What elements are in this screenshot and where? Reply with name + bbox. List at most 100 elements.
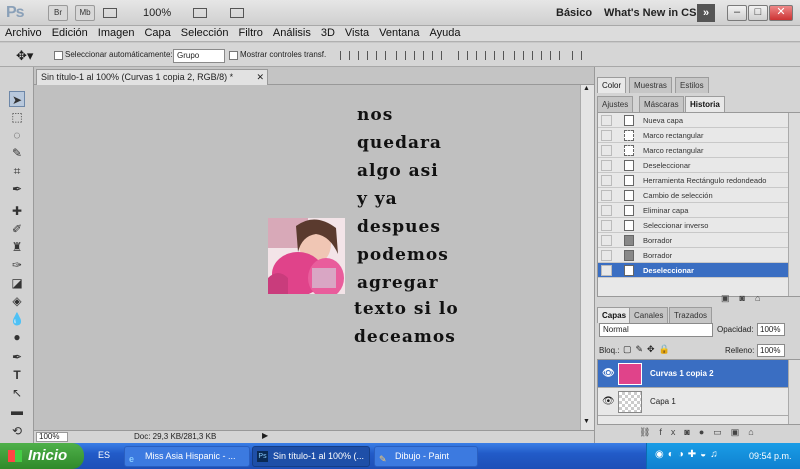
auto-select-checkbox[interactable]: [54, 51, 63, 60]
auto-select-dropdown[interactable]: Grupo: [173, 49, 225, 63]
align-top-icon[interactable]: [340, 51, 350, 60]
layers-footer-icons[interactable]: ⛓fx◙●▭▣⌂: [639, 427, 763, 438]
distribute-vcenter-icon[interactable]: [476, 51, 486, 60]
history-item-selected[interactable]: Deseleccionar: [598, 263, 788, 278]
lock-icons[interactable]: ▢✎✥🔒: [623, 344, 674, 355]
menu-capa[interactable]: Capa: [139, 26, 175, 41]
scroll-down-icon[interactable]: ▼: [583, 418, 593, 428]
layer-row-selected[interactable]: 👁 Curvas 1 copia 2: [598, 360, 788, 388]
tab-historia[interactable]: Historia: [685, 96, 725, 112]
vertical-scrollbar[interactable]: ▲ ▼: [580, 85, 594, 430]
history-item[interactable]: Marco rectangular: [598, 128, 788, 143]
menu-seleccion[interactable]: Selección: [176, 26, 234, 41]
distribute-right-icon[interactable]: [550, 51, 560, 60]
clock[interactable]: 09:54 p.m.: [749, 451, 792, 461]
visibility-eye-icon[interactable]: 👁: [602, 396, 615, 407]
path-selection-tool-icon[interactable]: ↖: [9, 385, 25, 401]
menu-filtro[interactable]: Filtro: [233, 26, 267, 41]
history-item[interactable]: Borrador: [598, 248, 788, 263]
menu-imagen[interactable]: Imagen: [93, 26, 140, 41]
blend-mode-select[interactable]: Normal: [599, 323, 713, 337]
align-right-icon[interactable]: [432, 51, 442, 60]
taskbar-item-photoshop[interactable]: Ps Sin título-1 al 100% (...: [252, 446, 370, 467]
distribute-top-icon[interactable]: [458, 51, 468, 60]
scroll-up-icon[interactable]: ▲: [583, 85, 593, 95]
history-item[interactable]: Herramienta Rectángulo redondeado: [598, 173, 788, 188]
zoom-level[interactable]: 100%: [143, 7, 171, 19]
history-item[interactable]: Seleccionar inverso: [598, 218, 788, 233]
distribute-left-icon[interactable]: [514, 51, 524, 60]
tab-canales[interactable]: Canales: [629, 307, 669, 323]
bridge-button[interactable]: Br: [48, 5, 68, 21]
eyedropper-tool-icon[interactable]: ✒: [9, 181, 25, 197]
close-tab-icon[interactable]: ✕: [256, 70, 264, 84]
quick-select-tool-icon[interactable]: ✎: [9, 145, 25, 161]
brush-tool-icon[interactable]: ✐: [9, 221, 25, 237]
paint-bucket-tool-icon[interactable]: ◈: [9, 293, 25, 309]
marquee-tool-icon[interactable]: ⬚: [9, 109, 25, 125]
history-scrollbar[interactable]: [788, 113, 800, 296]
3d-rotate-tool-icon[interactable]: ⟲: [9, 423, 25, 439]
eraser-tool-icon[interactable]: ◪: [9, 275, 25, 291]
menu-edicion[interactable]: Edición: [47, 26, 93, 41]
history-item[interactable]: Deseleccionar: [598, 158, 788, 173]
history-brush-tool-icon[interactable]: ✑: [9, 257, 25, 273]
document-tab[interactable]: Sin título-1 al 100% (Curvas 1 copia 2, …: [36, 69, 268, 85]
blur-tool-icon[interactable]: 💧: [9, 311, 25, 327]
history-item[interactable]: Nueva capa: [598, 113, 788, 128]
history-item[interactable]: Eliminar capa: [598, 203, 788, 218]
align-vcenter-icon[interactable]: [358, 51, 368, 60]
opacity-input[interactable]: 100%: [757, 323, 785, 336]
move-tool-preset-icon[interactable]: ✥▾: [16, 48, 33, 64]
close-button[interactable]: ✕: [769, 5, 793, 21]
tab-color[interactable]: Color: [597, 77, 627, 93]
dodge-tool-icon[interactable]: ●: [9, 329, 25, 345]
align-bottom-icon[interactable]: [376, 51, 386, 60]
show-transform-checkbox[interactable]: [229, 51, 238, 60]
distribute-bottom-icon[interactable]: [494, 51, 504, 60]
minimize-button[interactable]: –: [727, 5, 747, 21]
language-indicator[interactable]: ES: [98, 450, 110, 460]
start-button[interactable]: Inicio: [0, 443, 84, 469]
tab-ajustes[interactable]: Ajustes: [597, 96, 634, 112]
tab-capas[interactable]: Capas: [597, 307, 632, 323]
taskbar-item-paint[interactable]: ✎ Dibujo - Paint: [374, 446, 478, 467]
move-tool-icon[interactable]: ➤: [9, 91, 25, 107]
pen-tool-icon[interactable]: ✒: [9, 349, 25, 365]
align-left-icon[interactable]: [396, 51, 406, 60]
history-item[interactable]: Cambio de selección: [598, 188, 788, 203]
status-menu-icon[interactable]: ▶: [262, 431, 268, 440]
history-item[interactable]: Marco rectangular: [598, 143, 788, 158]
crop-tool-icon[interactable]: ⌗: [9, 163, 25, 179]
layer-row[interactable]: 👁 Capa 1: [598, 388, 788, 416]
taskbar-item-ie[interactable]: e Miss Asia Hispanic - ...: [124, 446, 250, 467]
tab-muestras[interactable]: Muestras: [629, 77, 672, 93]
lasso-tool-icon[interactable]: ◌: [9, 127, 25, 143]
align-hcenter-icon[interactable]: [414, 51, 424, 60]
whats-new-link[interactable]: What's New in CS5: [604, 7, 703, 19]
status-zoom[interactable]: 100%: [36, 432, 68, 442]
maximize-button[interactable]: □: [748, 5, 768, 21]
menu-ayuda[interactable]: Ayuda: [425, 26, 466, 41]
menu-ventana[interactable]: Ventana: [374, 26, 424, 41]
screen-mode-icon[interactable]: [230, 8, 244, 18]
layers-scrollbar[interactable]: [788, 360, 800, 424]
menu-analisis[interactable]: Análisis: [268, 26, 316, 41]
canvas-area[interactable]: nos quedara algo asi y ya despues podemo…: [34, 85, 580, 430]
tray-icons[interactable]: ◉◐◑✚◒♫: [655, 449, 722, 460]
workspace-basico[interactable]: Básico: [556, 7, 592, 19]
workspace-more-icon[interactable]: »: [697, 4, 715, 22]
history-footer-icons[interactable]: ▣◙⌂: [721, 293, 770, 304]
tab-trazados[interactable]: Trazados: [669, 307, 713, 323]
history-item[interactable]: Borrador: [598, 233, 788, 248]
type-tool-icon[interactable]: T: [9, 367, 25, 383]
clone-stamp-tool-icon[interactable]: ♜: [9, 239, 25, 255]
visibility-eye-icon[interactable]: 👁: [602, 368, 615, 379]
view-extras-icon[interactable]: [103, 8, 117, 18]
healing-brush-tool-icon[interactable]: ✚: [9, 203, 25, 219]
shape-tool-icon[interactable]: ▬: [9, 403, 25, 419]
arrange-documents-icon[interactable]: [193, 8, 207, 18]
menu-vista[interactable]: Vista: [340, 26, 374, 41]
fill-input[interactable]: 100%: [757, 344, 785, 357]
minibridge-button[interactable]: Mb: [75, 5, 95, 21]
